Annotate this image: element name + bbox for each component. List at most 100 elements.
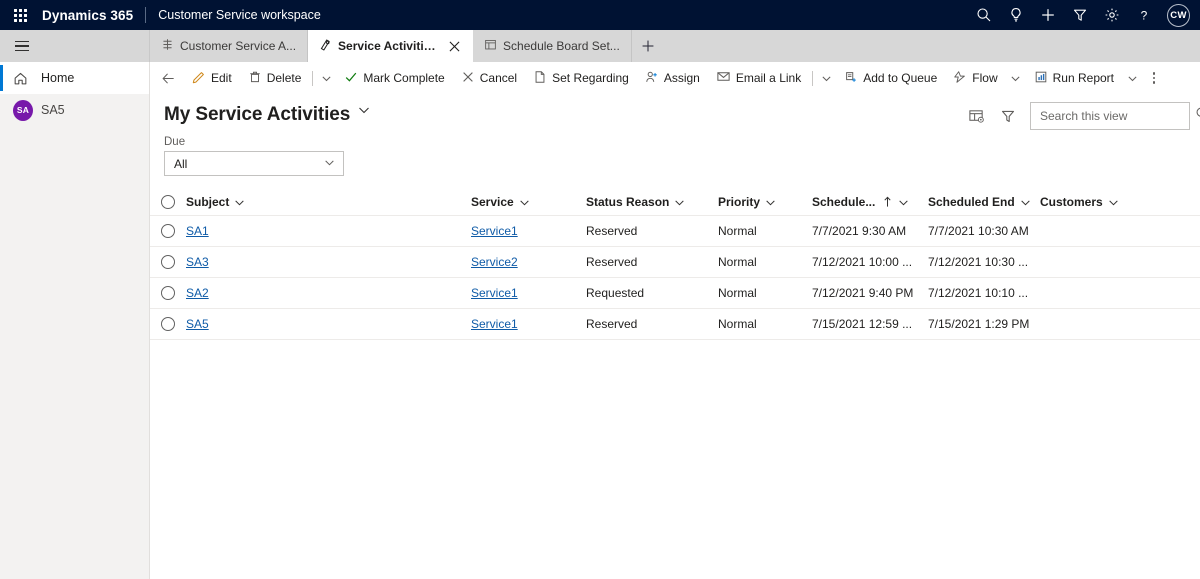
email-overflow-chevron-down-icon[interactable] (816, 65, 836, 91)
tab-customer-service-agent-dashboard[interactable]: Customer Service A... (150, 30, 309, 62)
brand-dynamics365[interactable]: Dynamics 365 (40, 8, 133, 23)
set-regarding-button[interactable]: Set Regarding (525, 65, 637, 91)
chevron-down-icon[interactable] (234, 197, 245, 208)
service-link[interactable]: Service1 (471, 224, 518, 238)
table-row[interactable]: SA1 Service1 Reserved Normal 7/7/2021 9:… (150, 216, 1200, 247)
sidebar-item-session-sa5[interactable]: SA SA5 (0, 94, 149, 126)
subject-link[interactable]: SA2 (186, 286, 209, 300)
cell-subject[interactable]: SA5 (186, 317, 471, 331)
delete-overflow-chevron-down-icon[interactable] (316, 65, 336, 91)
column-header-status-reason[interactable]: Status Reason (586, 195, 718, 209)
select-all-cell[interactable] (150, 195, 186, 209)
cell-service[interactable]: Service1 (471, 317, 586, 331)
command-bar: Edit Delete Mark Complete Cancel Set Reg… (150, 64, 1200, 92)
row-checkbox[interactable] (161, 286, 175, 300)
filter-icon[interactable] (1064, 0, 1096, 30)
command-overflow-button[interactable] (1142, 65, 1166, 91)
search-this-view[interactable] (1030, 102, 1200, 130)
row-select-cell[interactable] (150, 317, 186, 331)
more-vertical-icon (1152, 72, 1156, 84)
due-filter-label: Due (164, 136, 186, 148)
column-header-scheduled-start[interactable]: Schedule... (812, 195, 928, 209)
column-header-subject[interactable]: Subject (186, 195, 471, 209)
flow-button[interactable]: Flow (945, 65, 1005, 91)
chevron-down-icon[interactable] (898, 197, 909, 208)
view-selector-chevron-down-icon[interactable] (358, 104, 370, 116)
insights-lightbulb-icon[interactable] (1000, 0, 1032, 30)
due-filter-select[interactable]: All (164, 151, 344, 176)
cell-scheduled-start: 7/12/2021 9:40 PM (812, 286, 928, 300)
search-icon[interactable] (1195, 106, 1200, 126)
hamburger-menu-icon[interactable] (6, 30, 38, 62)
chevron-down-icon[interactable] (674, 197, 685, 208)
command-label: Mark Complete (363, 71, 445, 85)
cell-service[interactable]: Service1 (471, 286, 586, 300)
row-select-cell[interactable] (150, 224, 186, 238)
priority-value: Normal (718, 224, 757, 238)
service-link[interactable]: Service1 (471, 286, 518, 300)
email-a-link-button[interactable]: Email a Link (708, 65, 809, 91)
command-label: Email a Link (735, 71, 802, 85)
cell-service[interactable]: Service1 (471, 224, 586, 238)
column-header-customers[interactable]: Customers (1040, 195, 1160, 209)
cell-subject[interactable]: SA1 (186, 224, 471, 238)
row-checkbox[interactable] (161, 224, 175, 238)
run-report-button[interactable]: Run Report (1026, 65, 1122, 91)
tab-service-activities-my-service-activities[interactable]: Service Activities My Ser... (308, 30, 474, 62)
column-header-priority[interactable]: Priority (718, 195, 812, 209)
cell-scheduled-start: 7/7/2021 9:30 AM (812, 224, 928, 238)
row-checkbox[interactable] (161, 255, 175, 269)
mark-complete-button[interactable]: Mark Complete (336, 65, 452, 91)
chevron-down-icon[interactable] (1108, 197, 1119, 208)
row-checkbox[interactable] (161, 317, 175, 331)
app-launcher-button[interactable] (0, 0, 40, 30)
subject-link[interactable]: SA1 (186, 224, 209, 238)
select-all-checkbox[interactable] (161, 195, 175, 209)
cell-service[interactable]: Service2 (471, 255, 586, 269)
table-row[interactable]: SA3 Service2 Reserved Normal 7/12/2021 1… (150, 247, 1200, 278)
cancel-button[interactable]: Cancel (453, 65, 525, 91)
row-select-cell[interactable] (150, 255, 186, 269)
command-label: Edit (211, 71, 232, 85)
row-select-cell[interactable] (150, 286, 186, 300)
search-icon[interactable] (968, 0, 1000, 30)
table-row[interactable]: SA5 Service1 Reserved Normal 7/15/2021 1… (150, 309, 1200, 340)
table-row[interactable]: SA2 Service1 Requested Normal 7/12/2021 … (150, 278, 1200, 309)
settings-gear-icon[interactable] (1096, 0, 1128, 30)
subject-link[interactable]: SA3 (186, 255, 209, 269)
help-question-icon[interactable]: ? (1128, 0, 1160, 30)
delete-button[interactable]: Delete (240, 65, 310, 91)
subject-link[interactable]: SA5 (186, 317, 209, 331)
assign-button[interactable]: Assign (637, 65, 708, 91)
user-avatar[interactable]: CW (1167, 3, 1190, 27)
command-label: Cancel (479, 71, 518, 85)
sidebar-item-home[interactable]: Home (0, 62, 149, 94)
column-header-service[interactable]: Service (471, 195, 586, 209)
column-label: Service (471, 195, 514, 209)
sidebar-item-label: SA5 (41, 103, 65, 117)
service-link[interactable]: Service1 (471, 317, 518, 331)
close-icon[interactable] (446, 38, 462, 54)
sidebar-item-label: Home (41, 71, 75, 85)
assign-person-icon (645, 70, 659, 87)
column-label: Status Reason (586, 195, 670, 209)
chevron-down-icon[interactable] (765, 197, 776, 208)
run-report-chevron-down-icon[interactable] (1122, 65, 1142, 91)
edit-filters-filter-icon[interactable] (994, 102, 1022, 130)
chevron-down-icon[interactable] (1020, 197, 1031, 208)
new-plus-icon[interactable] (1032, 0, 1064, 30)
tab-schedule-board-settings[interactable]: Schedule Board Set... (473, 30, 632, 62)
edit-button[interactable]: Edit (184, 65, 240, 91)
cell-subject[interactable]: SA2 (186, 286, 471, 300)
service-link[interactable]: Service2 (471, 255, 518, 269)
cell-subject[interactable]: SA3 (186, 255, 471, 269)
add-to-queue-button[interactable]: Add to Queue (836, 65, 945, 91)
back-button[interactable] (154, 65, 182, 91)
flow-chevron-down-icon[interactable] (1006, 65, 1026, 91)
edit-columns-icon[interactable] (962, 102, 990, 130)
chevron-down-icon[interactable] (519, 197, 530, 208)
chevron-down-icon (324, 157, 335, 171)
column-header-scheduled-end[interactable]: Scheduled End (928, 195, 1040, 209)
search-input[interactable] (1040, 109, 1195, 123)
new-tab-button[interactable] (632, 30, 664, 62)
